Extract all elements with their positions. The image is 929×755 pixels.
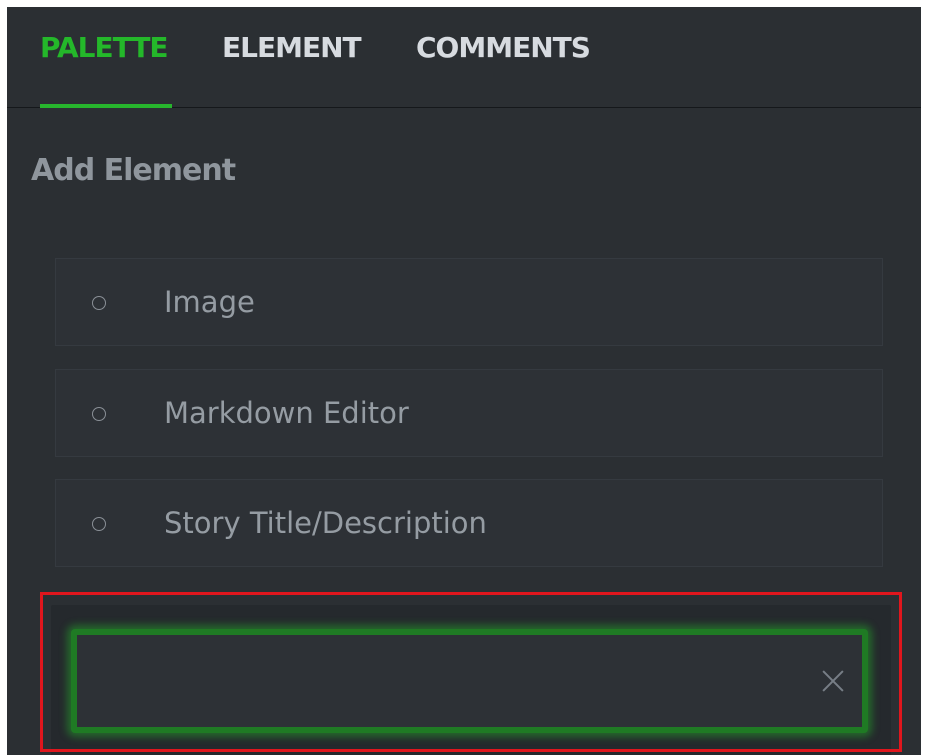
highlight-box: [40, 592, 902, 752]
radio-icon[interactable]: [92, 407, 106, 421]
tab-bar: PALETTE ELEMENT COMMENTS: [7, 7, 921, 108]
element-item-story-title-description[interactable]: Story Title/Description: [55, 479, 883, 567]
element-item-image[interactable]: Image: [55, 258, 883, 346]
element-label: Story Title/Description: [164, 506, 487, 540]
radio-icon[interactable]: [92, 517, 106, 531]
tab-element[interactable]: ELEMENT: [222, 31, 362, 64]
radio-icon[interactable]: [92, 296, 106, 310]
element-label: Markdown Editor: [164, 396, 409, 430]
active-tab-indicator: [40, 104, 172, 108]
element-label: Image: [164, 285, 255, 319]
palette-panel: PALETTE ELEMENT COMMENTS Add Element Ima…: [7, 7, 921, 755]
tab-palette[interactable]: PALETTE: [40, 31, 169, 64]
tab-comments[interactable]: COMMENTS: [416, 31, 591, 64]
element-item-markdown-editor[interactable]: Markdown Editor: [55, 369, 883, 457]
section-title: Add Element: [31, 153, 236, 188]
